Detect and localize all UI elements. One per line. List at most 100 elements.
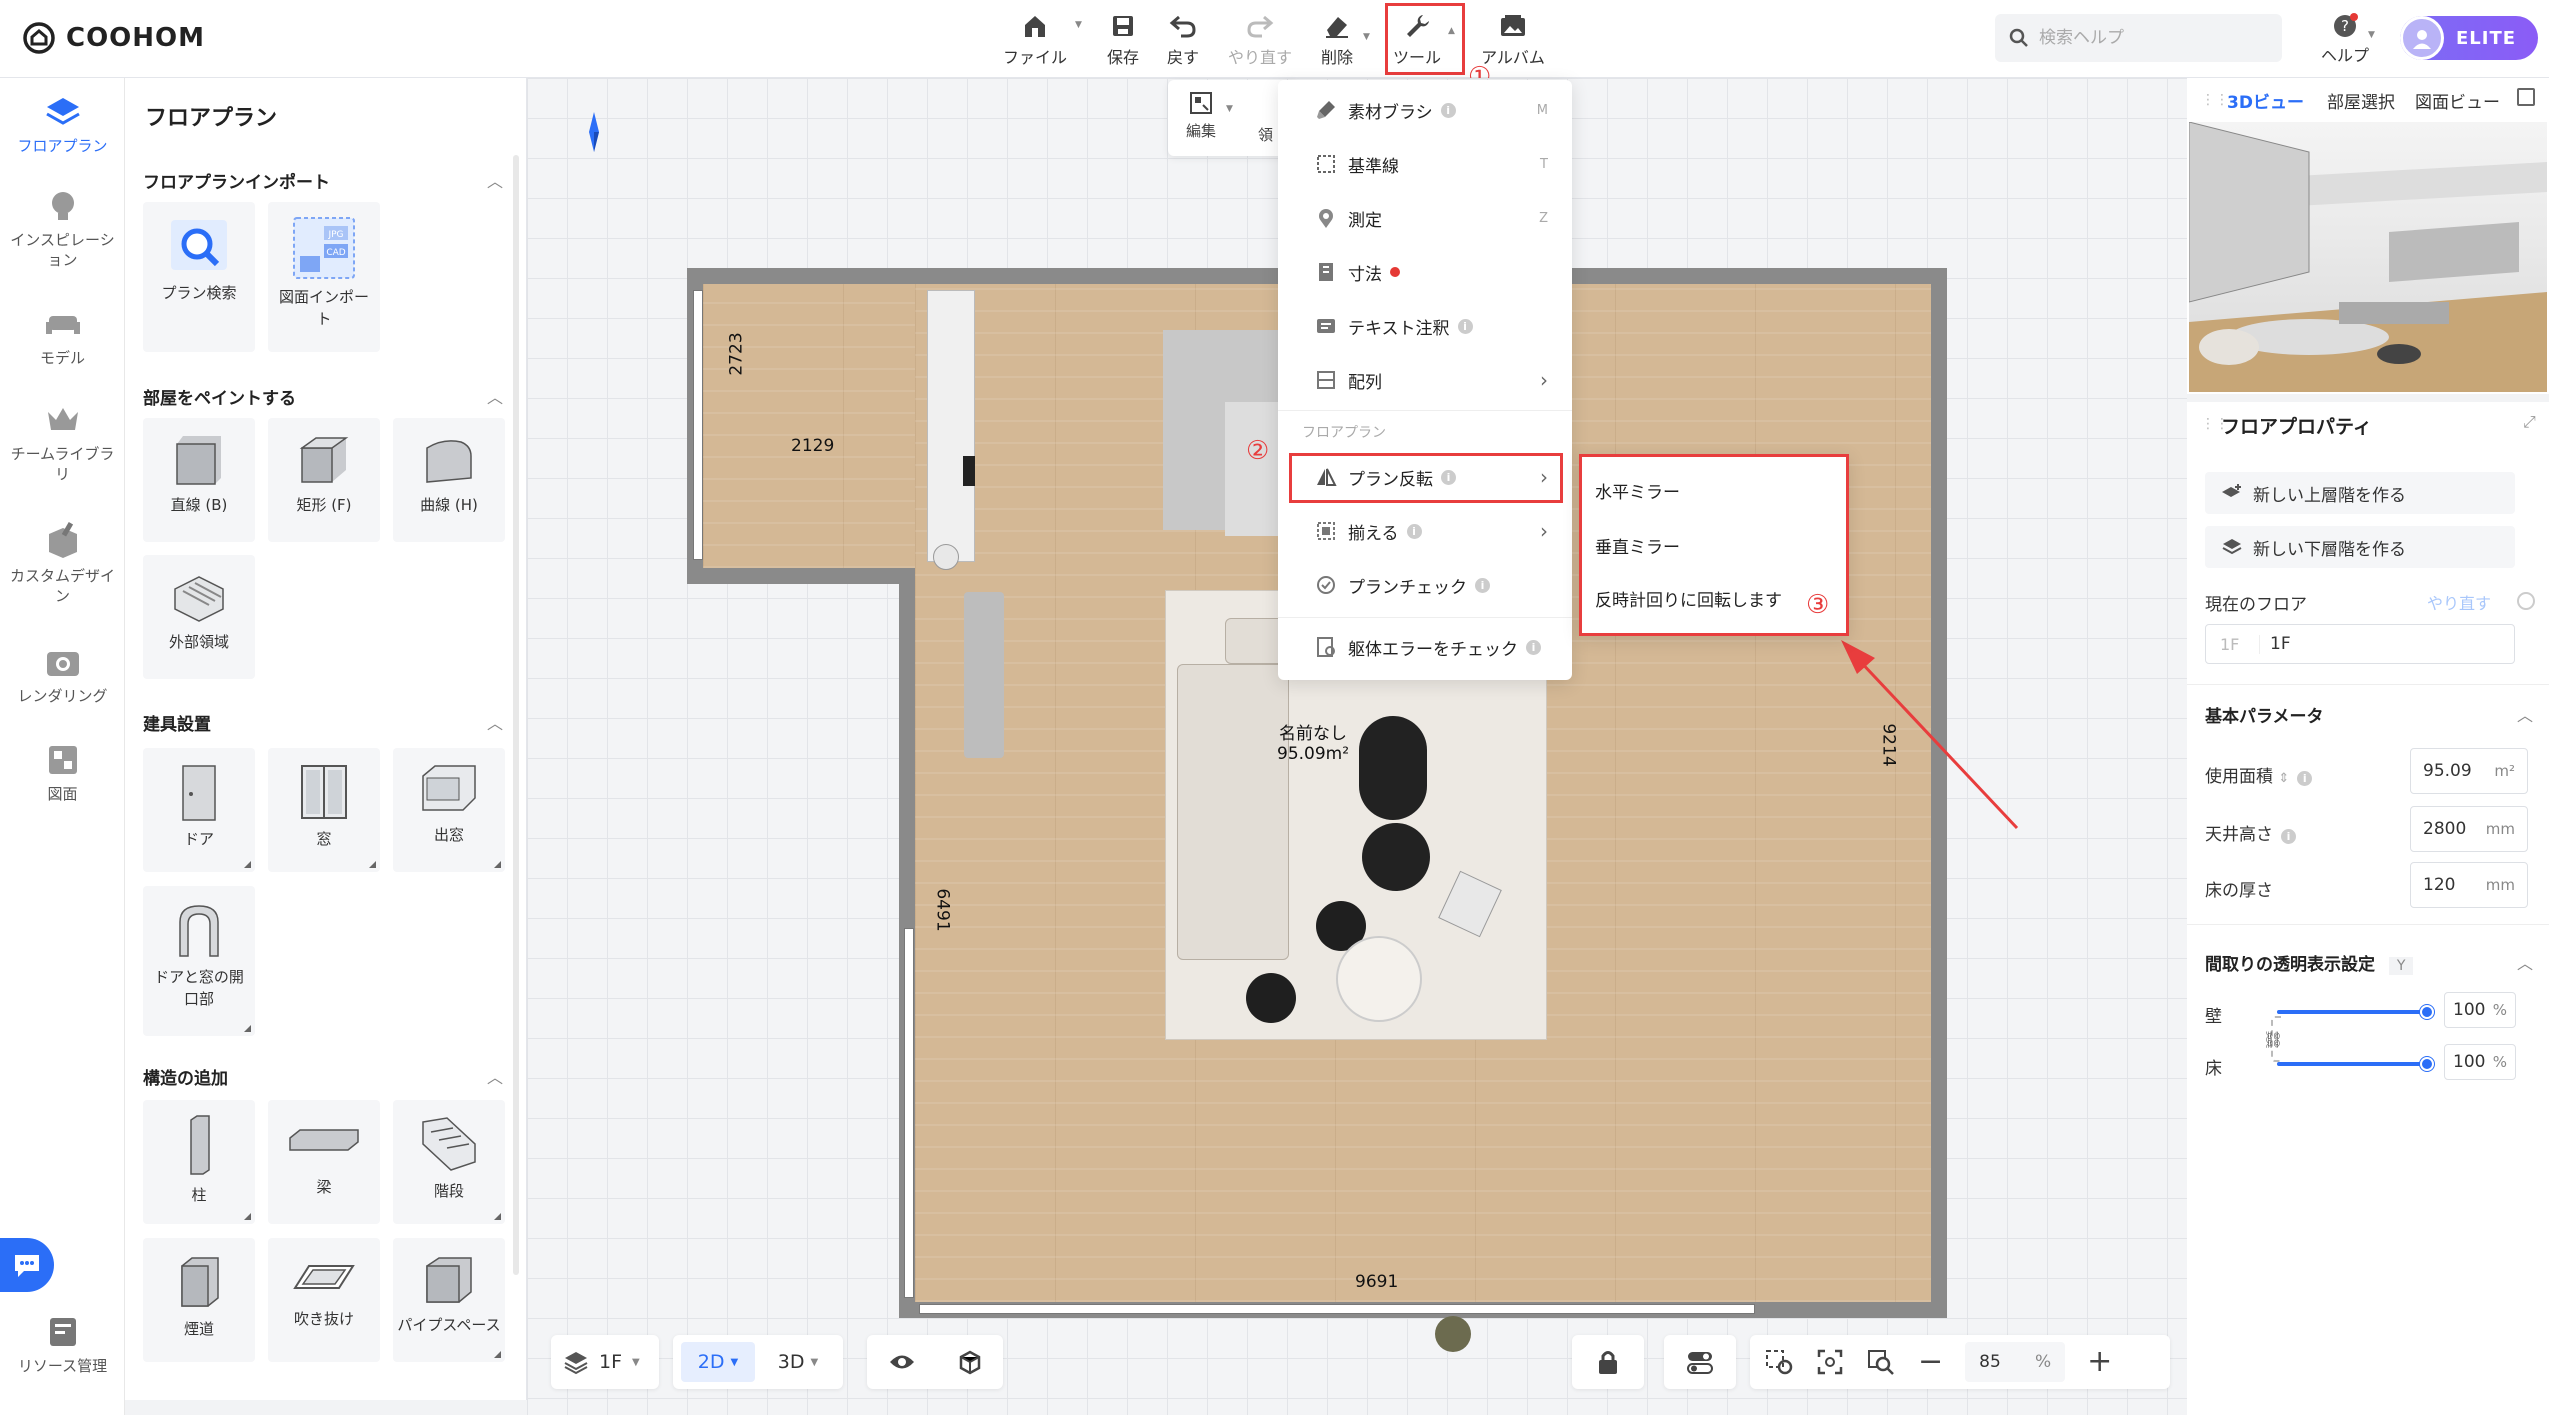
- expand-icon[interactable]: [2517, 88, 2535, 106]
- tile-pipe-space[interactable]: パイプスペース: [393, 1238, 505, 1362]
- link-icon[interactable]: ⛓: [2263, 1030, 2283, 1049]
- floor-slider-knob[interactable]: [2420, 1057, 2434, 1071]
- redo-button[interactable]: やり直す: [1220, 10, 1300, 70]
- file-caret-icon: ▼: [1075, 20, 1082, 30]
- redo-floor-link[interactable]: やり直す: [2427, 590, 2491, 614]
- rail-item-team-library[interactable]: チームライブラリ: [0, 402, 125, 484]
- wall-slider-knob[interactable]: [2420, 1005, 2434, 1019]
- section-paint-header[interactable]: 部屋をペイントする ︿: [143, 384, 503, 409]
- menu-item-array[interactable]: 配列 ›: [1278, 353, 1572, 407]
- area-input[interactable]: 95.09 m²: [2410, 748, 2528, 794]
- menu-section-title: フロアプラン: [1302, 425, 1386, 441]
- user-avatar-badge[interactable]: ELITE: [2400, 16, 2538, 60]
- redo-icon: [1246, 10, 1274, 42]
- cube-view-icon[interactable]: [957, 1349, 983, 1375]
- panel-scrollbar[interactable]: [513, 155, 519, 1275]
- column-icon: [190, 1115, 210, 1175]
- section-import-header[interactable]: フロアプランインポート ︿: [143, 168, 503, 193]
- tile-stairs[interactable]: 階段: [393, 1100, 505, 1224]
- search-input[interactable]: [2039, 28, 2259, 48]
- section-fixtures-header[interactable]: 建具設置 ︿: [143, 710, 503, 735]
- tile-curve[interactable]: 曲線 (H): [393, 418, 505, 542]
- undo-button[interactable]: 戻す: [1143, 10, 1223, 70]
- menu-item-guideline[interactable]: 基準線 T: [1278, 137, 1572, 191]
- rail-item-inspiration[interactable]: インスピレーション: [0, 188, 125, 270]
- new-upper-floor-button[interactable]: 新しい上層階を作る: [2205, 472, 2515, 514]
- tab-room-select[interactable]: 部屋選択: [2327, 88, 2395, 113]
- zoom-input[interactable]: 85 %: [1965, 1342, 2066, 1382]
- tile-straight-line[interactable]: 直線 (B): [143, 418, 255, 542]
- tile-void[interactable]: 吹き抜け: [268, 1238, 380, 1362]
- tile-label: プラン検索: [161, 284, 237, 302]
- help-button[interactable]: ? ヘルプ: [2320, 12, 2370, 72]
- tile-window[interactable]: 窓: [268, 748, 380, 872]
- zoom-area-icon[interactable]: [1866, 1348, 1896, 1376]
- compass-icon[interactable]: [587, 110, 601, 154]
- 3d-preview-image[interactable]: [2189, 122, 2547, 392]
- kitchen-counter: [927, 290, 975, 562]
- tile-door-window-opening[interactable]: ドアと窓の開口部: [143, 886, 255, 1036]
- zoom-in-button[interactable]: +: [2087, 1347, 2112, 1377]
- rail-item-rendering[interactable]: レンダリング: [0, 644, 125, 706]
- edit-button[interactable]: 編集: [1186, 90, 1216, 141]
- app-logo[interactable]: COOHOM: [22, 20, 205, 56]
- tile-beam[interactable]: 梁: [268, 1100, 380, 1224]
- floor-thickness-input[interactable]: 120 mm: [2410, 862, 2528, 908]
- section-structure-header[interactable]: 構造の追加 ︿: [143, 1064, 503, 1089]
- menu-item-material-brush[interactable]: 素材ブラシ i M: [1278, 83, 1572, 137]
- rail-item-model[interactable]: モデル: [0, 306, 125, 368]
- tile-flue[interactable]: 煙道: [143, 1238, 255, 1362]
- cube-icon: [176, 436, 221, 485]
- tile-plan-search[interactable]: プラン検索: [143, 202, 255, 352]
- floor-selector[interactable]: 1F ▼: [551, 1335, 659, 1389]
- focus-icon[interactable]: [1816, 1348, 1844, 1376]
- rail-item-custom-design[interactable]: カスタムデザイン: [0, 520, 125, 606]
- zoom-unit: %: [2034, 1352, 2052, 1372]
- menu-item-dimension[interactable]: 寸法: [1278, 245, 1572, 299]
- tab-drawing-view[interactable]: 図面ビュー: [2415, 88, 2500, 113]
- toggle-settings-button[interactable]: [1664, 1335, 1736, 1389]
- floor-transparency-input[interactable]: 100%: [2444, 1044, 2516, 1080]
- menu-label: 寸法: [1348, 264, 1382, 285]
- tile-drawing-import[interactable]: JPG CAD 図面インポート: [268, 202, 380, 352]
- menu-item-plan-check[interactable]: プランチェック i: [1278, 558, 1572, 612]
- new-lower-floor-button[interactable]: 新しい下層階を作る: [2205, 526, 2515, 568]
- mode-2d-button[interactable]: 2D ▼: [681, 1342, 755, 1382]
- wall-transparency-input[interactable]: 100%: [2444, 992, 2516, 1028]
- tile-column[interactable]: 柱: [143, 1100, 255, 1224]
- chevron-up-icon[interactable]: ︿: [2517, 950, 2533, 974]
- album-button[interactable]: アルバム: [1473, 10, 1553, 70]
- chevron-up-icon[interactable]: ︿: [2517, 702, 2533, 726]
- help-search[interactable]: [1995, 14, 2282, 62]
- error-check-icon: [1314, 636, 1338, 658]
- rail-item-floorplan[interactable]: フロアプラン: [0, 94, 125, 156]
- ceiling-input[interactable]: 2800 mm: [2410, 806, 2528, 852]
- tile-rectangle[interactable]: 矩形 (F): [268, 418, 380, 542]
- menu-item-text-note[interactable]: テキスト注釈 i: [1278, 299, 1572, 353]
- tab-3d-view[interactable]: 3Dビュー: [2227, 88, 2304, 113]
- eye-icon[interactable]: [888, 1351, 916, 1373]
- expand-corner-icon: [369, 861, 376, 868]
- mode-3d-button[interactable]: 3D ▼: [761, 1342, 835, 1382]
- room-label[interactable]: 名前なし 95.09m²: [1277, 724, 1349, 764]
- tile-exterior-area[interactable]: 外部領域: [143, 555, 255, 679]
- chat-support-button[interactable]: [0, 1238, 54, 1292]
- fit-view-gear-icon[interactable]: [1764, 1348, 1794, 1376]
- zoom-out-button[interactable]: −: [1918, 1347, 1943, 1377]
- tile-bay-window[interactable]: 出窓: [393, 748, 505, 872]
- drag-handle-icon[interactable]: ⋮⋮: [2201, 92, 2229, 108]
- floor-name-input[interactable]: 1F 1F: [2205, 624, 2515, 664]
- tile-door[interactable]: ドア: [143, 748, 255, 872]
- menu-item-align[interactable]: 揃える i ›: [1278, 504, 1572, 558]
- delete-button[interactable]: 削除 ▼: [1297, 10, 1377, 70]
- expand-arrow-icon[interactable]: ⤢: [2523, 412, 2536, 432]
- expand-corner-icon: [244, 1025, 251, 1032]
- menu-item-structure-error-check[interactable]: 躯体エラーをチェック i: [1278, 620, 1572, 674]
- menu-item-measure[interactable]: 測定 Z: [1278, 191, 1572, 245]
- rail-item-resource-management[interactable]: リソース管理: [0, 1314, 125, 1376]
- file-button[interactable]: ファイル ▼: [995, 10, 1082, 70]
- floor-label: 床: [2205, 1059, 2222, 1079]
- rail-label: 図面: [47, 785, 78, 803]
- lock-button[interactable]: [1572, 1335, 1644, 1389]
- rail-item-drawing[interactable]: 図面: [0, 742, 125, 804]
